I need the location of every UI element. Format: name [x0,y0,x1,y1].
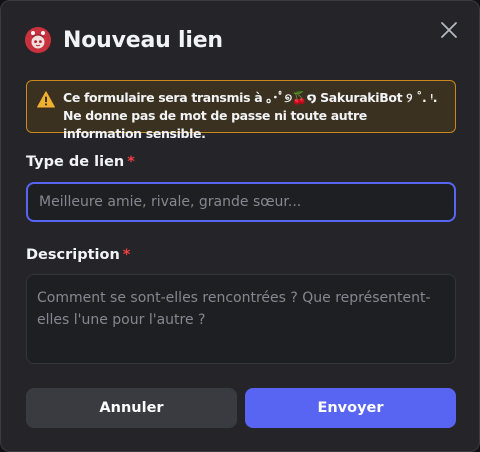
required-marker: * [122,247,131,263]
modal-title: Nouveau lien [63,27,223,53]
close-button[interactable] [439,20,459,40]
warning-banner: Ce formulaire sera transmis à ｡･ﾟ୭🍒໑ Sak… [26,80,456,141]
description-label: Description * [26,247,131,263]
description-textarea[interactable] [26,274,456,364]
warning-text: Ce formulaire sera transmis à ｡･ﾟ୭🍒໑ Sak… [63,90,438,141]
link-type-label: Type de lien * [26,154,135,170]
submit-button[interactable]: Envoyer [245,388,456,428]
cancel-button[interactable]: Annuler [26,388,237,428]
modal-header: Nouveau lien [25,27,223,53]
bot-avatar-icon [25,27,51,53]
close-icon [441,22,457,38]
required-marker: * [127,154,135,170]
new-link-modal: Nouveau lien Ce formulaire sera transmis… [0,0,480,452]
warning-triangle-icon [37,91,55,108]
link-type-input[interactable] [26,182,456,222]
